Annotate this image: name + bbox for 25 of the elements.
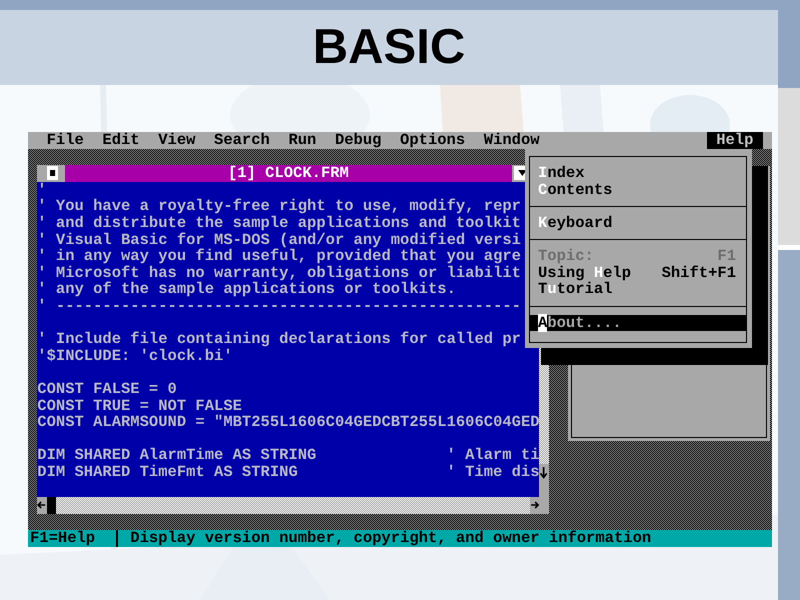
- menu-option-label: Topic:: [538, 248, 594, 265]
- code-line: ' Include file containing declarations for called pr: [37, 330, 521, 348]
- shortcut-label: F1: [717, 248, 736, 265]
- code-line: CONST FALSE = 0: [37, 380, 177, 398]
- status-message: Display version number, copyright, and owner information: [130, 530, 652, 547]
- key-hint: F1=Help: [29, 530, 96, 547]
- code-line: ' --------------------------------------------------: [37, 296, 521, 315]
- code-line: ' in any way you find useful, provided that you agre: [37, 247, 521, 266]
- code-line: ' any of the sample applications or toolkits.: [37, 280, 456, 298]
- shortcut-label: Shift+F1: [662, 264, 736, 282]
- menu-option-label: Using Help: [538, 264, 632, 282]
- code-line: ' You have a royalty-free right to use, modify, repr: [37, 197, 521, 216]
- code-line: '$INCLUDE: 'clock.bi': [37, 346, 233, 365]
- code-line: CONST TRUE = NOT FALSE: [37, 396, 242, 414]
- code-line: DIM SHARED AlarmTime AS STRING: [37, 447, 318, 464]
- code-line: CONST ALARMSOUND = "MBT255L1606C04GEDCBT255L1606C04GED: [37, 413, 540, 432]
- code-comment: ' Time dis: [446, 462, 540, 481]
- code-line: ' Visual Basic for MS-DOS (and/or any modified versi: [37, 230, 521, 249]
- code-line: ' Microsoft has no warranty, obligations or liabilit: [37, 264, 521, 282]
- code-line: ' and distribute the sample applications and toolkit: [37, 214, 521, 232]
- code-line: DIM SHARED TimeFmt AS STRING: [37, 464, 299, 480]
- slide-title: BASIC: [312, 23, 466, 72]
- window-title: [1] CLOCK.FRM: [65, 165, 512, 182]
- code-line: ': [37, 180, 47, 199]
- code-comment: ' Alarm ti: [446, 446, 540, 464]
